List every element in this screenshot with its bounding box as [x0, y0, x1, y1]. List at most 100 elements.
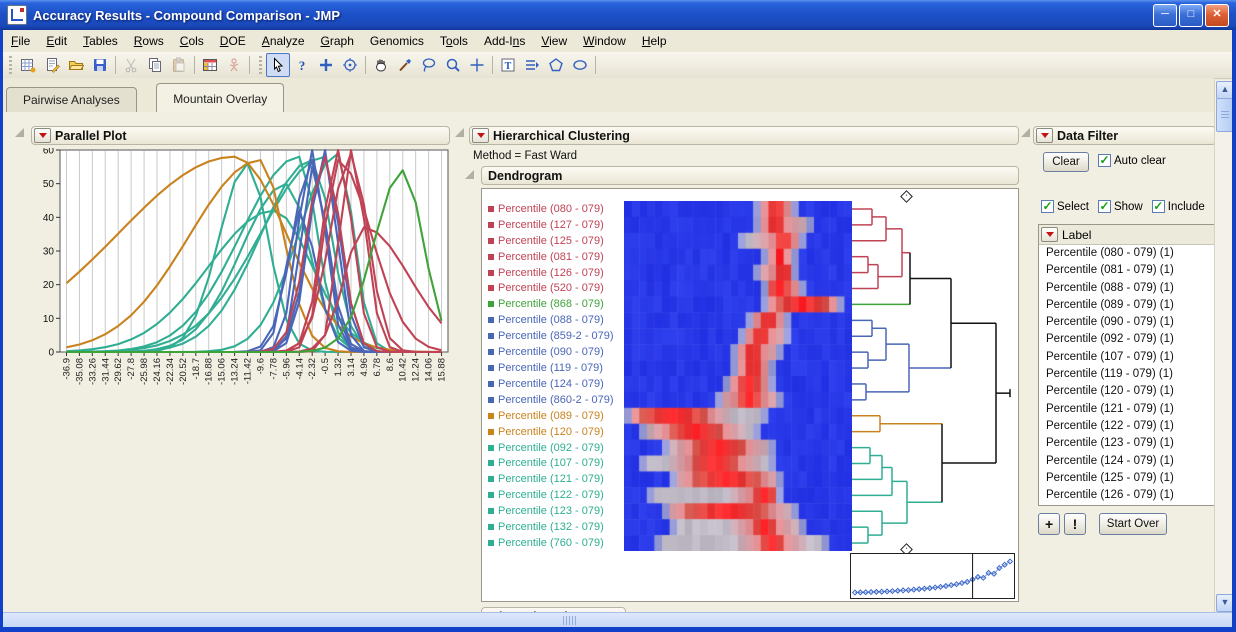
scrollbar-grip[interactable] — [563, 616, 577, 625]
filter-list-item[interactable]: Percentile (126 - 079) (1) — [1040, 487, 1214, 504]
dendrogram-leaf-label[interactable]: Percentile (088 - 079) — [486, 312, 624, 328]
new-journal-tool-button[interactable] — [40, 53, 64, 77]
close-button[interactable]: ✕ — [1205, 4, 1229, 27]
clustering-header[interactable]: Hierarchical Clustering — [469, 126, 1019, 145]
menu-tables[interactable]: Tables — [75, 32, 126, 50]
filter-list-item[interactable]: Percentile (125 - 079) (1) — [1040, 470, 1214, 487]
dendrogram-leaf-label[interactable]: Percentile (132 - 079) — [486, 519, 624, 535]
dendrogram-leaf-label[interactable]: Percentile (860-2 - 079) — [486, 392, 624, 408]
tab-pairwise-analyses[interactable]: Pairwise Analyses — [6, 87, 137, 112]
dendrogram-leaf-label[interactable]: Percentile (760 - 079) — [486, 535, 624, 551]
dendrogram-leaf-label[interactable]: Percentile (868 - 079) — [486, 296, 624, 312]
paste-tool-button[interactable] — [167, 53, 191, 77]
menu-doe[interactable]: DOE — [212, 32, 254, 50]
filter-list-item[interactable]: Percentile (122 - 079) (1) — [1040, 418, 1214, 435]
parallel-plot-header[interactable]: Parallel Plot — [31, 126, 450, 145]
dendrogram-leaf-label[interactable]: Percentile (122 - 079) — [486, 487, 624, 503]
menu-view[interactable]: View — [533, 32, 575, 50]
menu-addins[interactable]: Add-Ins — [476, 32, 533, 50]
filter-list-item[interactable]: Percentile (119 - 079) (1) — [1040, 366, 1214, 383]
filter-list-item[interactable]: Percentile (088 - 079) (1) — [1040, 280, 1214, 297]
dendrogram-leaf-label[interactable]: Percentile (092 - 079) — [486, 440, 624, 456]
menu-edit[interactable]: Edit — [38, 32, 75, 50]
dendrogram-leaf-label[interactable]: Percentile (089 - 079) — [486, 408, 624, 424]
include-checkbox[interactable]: ✓ — [1151, 200, 1165, 213]
save-tool-button[interactable] — [88, 53, 112, 77]
copy-tool-button[interactable] — [143, 53, 167, 77]
filter-list-item[interactable]: Percentile (090 - 079) (1) — [1040, 314, 1214, 331]
dendrogram-leaf-label[interactable]: Percentile (121 - 079) — [486, 471, 624, 487]
new-data-table-tool-button[interactable] — [16, 53, 40, 77]
menu-rows[interactable]: Rows — [126, 32, 172, 50]
run-script-tool-button[interactable] — [222, 53, 246, 77]
filter-list-item[interactable]: Percentile (080 - 079) (1) — [1040, 245, 1214, 262]
filter-mode-button[interactable]: ! — [1064, 513, 1086, 535]
annotate-tool-button[interactable]: T — [496, 53, 520, 77]
distance-scree-plot[interactable] — [850, 553, 1015, 599]
red-triangle-menu-icon[interactable] — [472, 128, 489, 143]
paintbrush-tool-button[interactable] — [393, 53, 417, 77]
minimize-button[interactable]: ─ — [1153, 4, 1177, 27]
dendrogram-leaf-label[interactable]: Percentile (081 - 079) — [486, 249, 624, 265]
filter-list-item[interactable]: Percentile (081 - 079) (1) — [1040, 262, 1214, 279]
lasso-tool-button[interactable] — [417, 53, 441, 77]
menu-help[interactable]: Help — [634, 32, 675, 50]
dendrogram-tree[interactable] — [852, 201, 1016, 551]
start-over-button[interactable]: Start Over — [1099, 513, 1167, 535]
crosshairs-tool-button[interactable] — [465, 53, 489, 77]
vertical-scrollbar[interactable]: ▲ ▼ — [1214, 80, 1234, 612]
menu-genomics[interactable]: Genomics — [362, 32, 432, 50]
cluster-heatmap[interactable] — [624, 201, 852, 551]
add-filter-column-button[interactable]: + — [1038, 513, 1060, 535]
dendrogram-leaf-label[interactable]: Percentile (107 - 079) — [486, 456, 624, 472]
clear-button[interactable]: Clear — [1043, 152, 1089, 172]
polygon-tool-button[interactable] — [544, 53, 568, 77]
filter-list-item[interactable]: Percentile (120 - 079) (1) — [1040, 383, 1214, 400]
dendrogram-leaf-label[interactable]: Percentile (123 - 079) — [486, 503, 624, 519]
dendrogram-leaf-label[interactable]: Percentile (120 - 079) — [486, 424, 624, 440]
data-filter-header[interactable]: Data Filter — [1033, 126, 1214, 145]
outline-collapse-icon[interactable] — [1021, 128, 1030, 137]
dendrogram-leaf-label[interactable]: Percentile (859-2 - 079) — [486, 328, 624, 344]
brush-tool-button[interactable] — [338, 53, 362, 77]
menu-graph[interactable]: Graph — [313, 32, 362, 50]
red-triangle-menu-icon[interactable] — [1036, 128, 1053, 143]
dendrogram-leaf-label[interactable]: Percentile (126 - 079) — [486, 265, 624, 281]
maximize-button[interactable]: □ — [1179, 4, 1203, 27]
title-bar[interactable]: Accuracy Results - Compound Comparison -… — [0, 0, 1236, 30]
filter-list-item[interactable]: Percentile (107 - 079) (1) — [1040, 349, 1214, 366]
open-file-tool-button[interactable] — [64, 53, 88, 77]
filter-list-item[interactable]: Percentile (089 - 079) (1) — [1040, 297, 1214, 314]
scroller-tool-button[interactable] — [520, 53, 544, 77]
arrow-tool-button[interactable] — [266, 53, 290, 77]
menu-cols[interactable]: Cols — [172, 32, 212, 50]
parallel-plot-chart[interactable]: 60 50 40 30 20 10 0 -36.9 -35.08 -33.26 -31.44 -29.… — [33, 148, 453, 458]
selection-tool-button[interactable] — [314, 53, 338, 77]
menu-tools[interactable]: Tools — [432, 32, 476, 50]
red-triangle-menu-icon[interactable] — [34, 128, 51, 143]
filter-list-item[interactable]: Percentile (123 - 079) (1) — [1040, 435, 1214, 452]
tab-mountain-overlay[interactable]: Mountain Overlay — [156, 83, 285, 112]
grabber-tool-button[interactable] — [369, 53, 393, 77]
filter-list-item[interactable]: Percentile (124 - 079) (1) — [1040, 453, 1214, 470]
select-checkbox[interactable]: ✓ — [1041, 200, 1054, 213]
oval-tool-button[interactable] — [568, 53, 592, 77]
dendrogram-leaf-label[interactable]: Percentile (090 - 079) — [486, 344, 624, 360]
label-filter-header[interactable]: Label — [1039, 225, 1214, 245]
outline-collapse-icon[interactable] — [455, 128, 464, 137]
dendrogram-leaf-label[interactable]: Percentile (127 - 079) — [486, 217, 624, 233]
dendrogram-leaf-label[interactable]: Percentile (119 - 079) — [486, 360, 624, 376]
cut-tool-button[interactable] — [119, 53, 143, 77]
dendrogram-leaf-label[interactable]: Percentile (080 - 079) — [486, 201, 624, 217]
show-checkbox[interactable]: ✓ — [1097, 200, 1111, 213]
dendrogram-leaf-label[interactable]: Percentile (520 - 079) — [486, 281, 624, 297]
data-table-tool-button[interactable] — [198, 53, 222, 77]
dendrogram-header[interactable]: Dendrogram — [481, 166, 1019, 185]
auto-clear-checkbox[interactable]: ✓ — [1098, 154, 1111, 167]
outline-collapse-icon[interactable] — [465, 170, 474, 179]
menu-file[interactable]: File — [3, 32, 38, 50]
horizontal-scrollbar[interactable] — [3, 612, 1232, 628]
menu-window[interactable]: Window — [575, 32, 634, 50]
dendrogram-leaf-label[interactable]: Percentile (124 - 079) — [486, 376, 624, 392]
dendrogram-leaf-label[interactable]: Percentile (125 - 079) — [486, 233, 624, 249]
